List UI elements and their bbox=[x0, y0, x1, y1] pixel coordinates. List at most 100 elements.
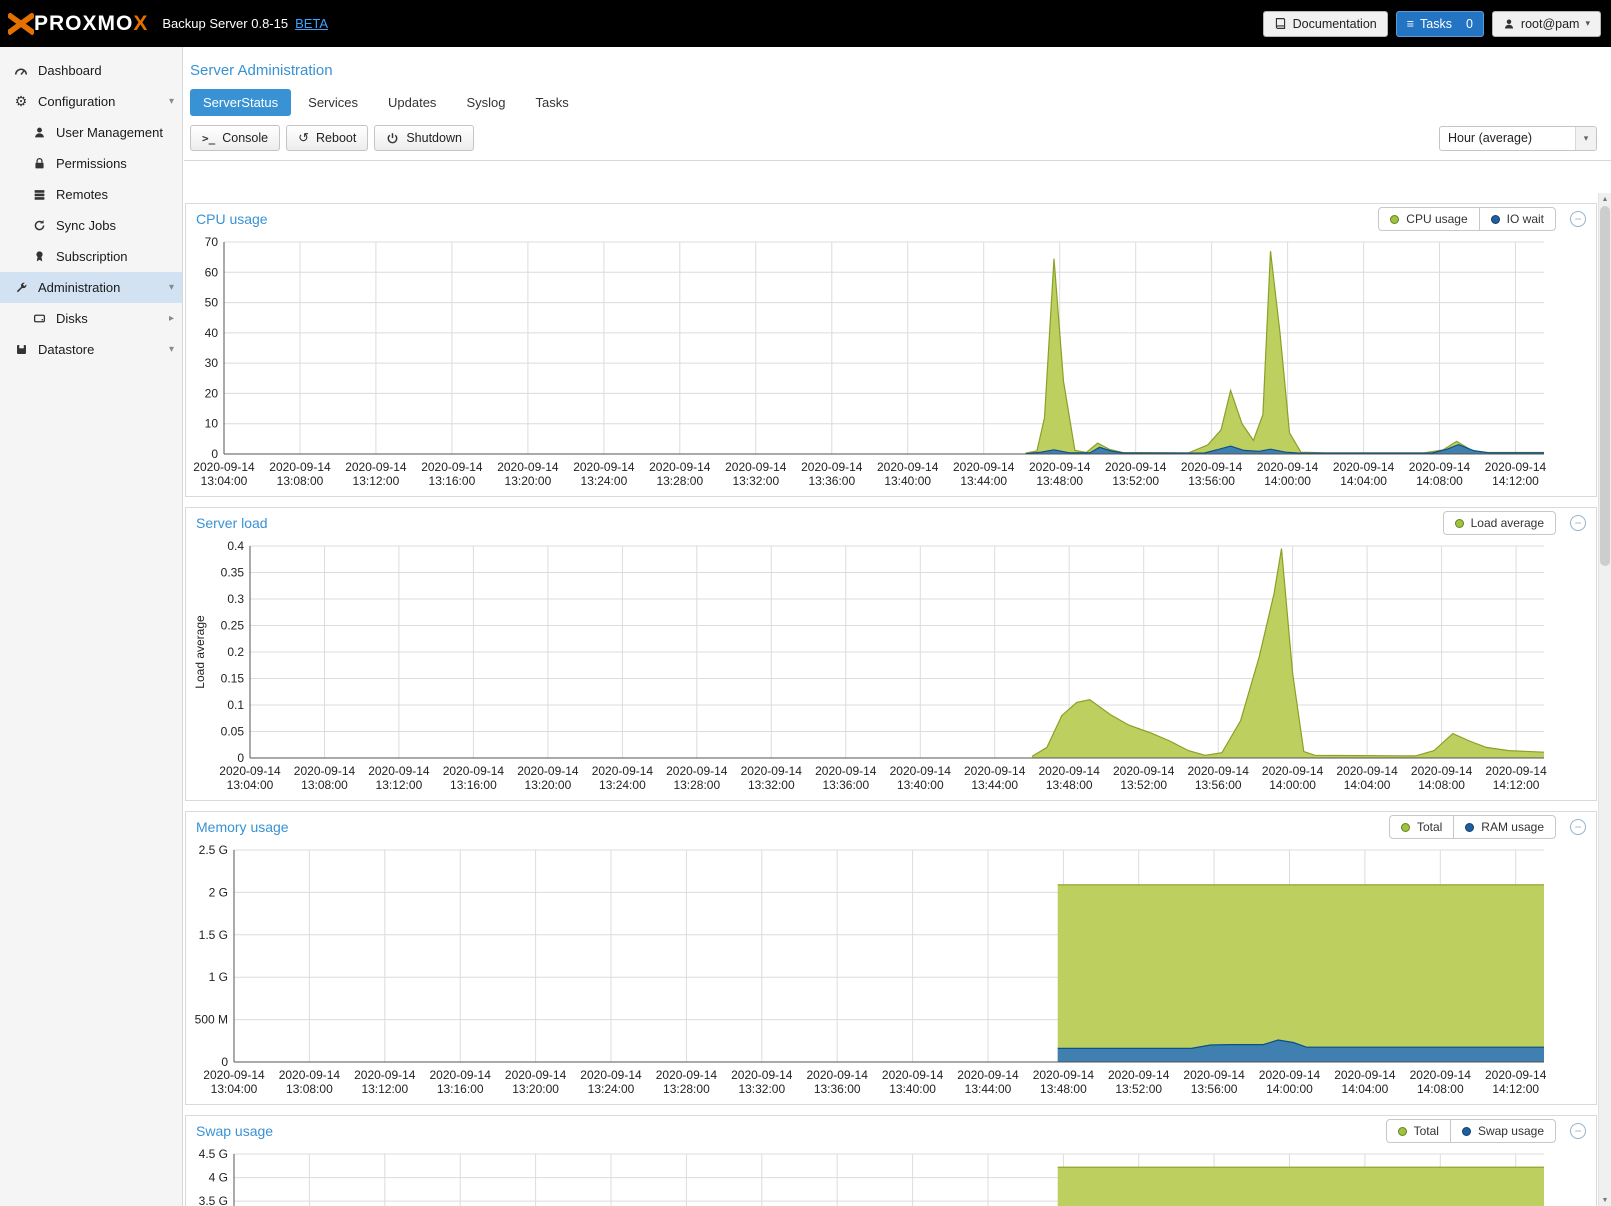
tab-updates[interactable]: Updates bbox=[375, 89, 449, 116]
svg-text:13:52:00: 13:52:00 bbox=[1115, 1082, 1162, 1096]
legend-label: Total bbox=[1417, 820, 1442, 834]
documentation-button[interactable]: Documentation bbox=[1263, 11, 1388, 37]
svg-text:0.2: 0.2 bbox=[227, 645, 244, 659]
svg-text:2020-09-14: 2020-09-14 bbox=[1257, 460, 1319, 474]
legend-label: Load average bbox=[1471, 516, 1544, 530]
svg-text:2020-09-14: 2020-09-14 bbox=[1334, 1068, 1396, 1082]
chevron-down-icon[interactable]: ▾ bbox=[1575, 127, 1596, 150]
svg-text:2020-09-14: 2020-09-14 bbox=[1039, 764, 1101, 778]
tab-services[interactable]: Services bbox=[295, 89, 371, 116]
scroll-up-icon[interactable]: ▲ bbox=[1599, 193, 1611, 205]
toolbar: >_ Console ↺ Reboot Shutdown Hour (avera… bbox=[184, 116, 1611, 161]
page-title: Server Administration bbox=[184, 47, 1611, 89]
console-label: Console bbox=[222, 131, 268, 145]
chevron-down-icon[interactable]: ▾ bbox=[169, 96, 174, 107]
sidebar-item-label: Disks bbox=[56, 311, 88, 326]
collapse-panel-icon[interactable]: − bbox=[1570, 515, 1586, 531]
legend-item-ram-usage[interactable]: RAM usage bbox=[1453, 816, 1555, 838]
sidebar-item-administration[interactable]: Administration ▾ bbox=[0, 272, 182, 303]
svg-text:3.5 G: 3.5 G bbox=[199, 1194, 228, 1206]
cpu-usage-chart: 2020-09-1413:04:002020-09-1413:08:002020… bbox=[188, 234, 1548, 492]
timeframe-select[interactable]: Hour (average) ▾ bbox=[1439, 126, 1597, 151]
tasks-button[interactable]: ≡ Tasks 0 bbox=[1396, 11, 1484, 37]
svg-text:14:12:00: 14:12:00 bbox=[1493, 778, 1540, 792]
sidebar-item-sync-jobs[interactable]: Sync Jobs bbox=[0, 210, 182, 241]
svg-text:0.1: 0.1 bbox=[227, 698, 244, 712]
svg-text:13:24:00: 13:24:00 bbox=[581, 474, 628, 488]
legend-item-total[interactable]: Total bbox=[1387, 1120, 1450, 1142]
proxmox-logo[interactable]: PROXMOX bbox=[0, 12, 156, 36]
sidebar-item-permissions[interactable]: Permissions bbox=[0, 148, 182, 179]
tab-tasks[interactable]: Tasks bbox=[522, 89, 581, 116]
legend-item-swap-usage[interactable]: Swap usage bbox=[1450, 1120, 1555, 1142]
sidebar-item-label: Remotes bbox=[56, 187, 108, 202]
chevron-down-icon[interactable]: ▾ bbox=[169, 282, 174, 293]
svg-text:13:56:00: 13:56:00 bbox=[1195, 778, 1242, 792]
legend-item-io-wait[interactable]: IO wait bbox=[1479, 208, 1555, 230]
vertical-scrollbar[interactable]: ▲ ▼ bbox=[1598, 193, 1611, 1206]
svg-text:0.25: 0.25 bbox=[221, 619, 245, 633]
tab-serverstatus[interactable]: ServerStatus bbox=[190, 89, 291, 116]
scroll-down-icon[interactable]: ▼ bbox=[1599, 1194, 1611, 1206]
top-bar: PROXMOX Backup Server 0.8-15 BETA Docume… bbox=[0, 0, 1611, 47]
console-button[interactable]: >_ Console bbox=[190, 125, 280, 151]
svg-text:0.05: 0.05 bbox=[221, 725, 245, 739]
svg-text:0.4: 0.4 bbox=[227, 539, 244, 553]
svg-text:13:28:00: 13:28:00 bbox=[656, 474, 703, 488]
chart-legend: Total Swap usage bbox=[1386, 1119, 1556, 1143]
legend-item-cpu-usage[interactable]: CPU usage bbox=[1379, 208, 1478, 230]
svg-text:2 G: 2 G bbox=[209, 885, 228, 899]
beta-link[interactable]: BETA bbox=[295, 16, 328, 31]
svg-text:Load average: Load average bbox=[193, 615, 207, 689]
svg-text:14:08:00: 14:08:00 bbox=[1417, 1082, 1464, 1096]
svg-text:0: 0 bbox=[221, 1055, 228, 1069]
svg-text:2020-09-14: 2020-09-14 bbox=[1188, 764, 1250, 778]
tab-bar: ServerStatus Services Updates Syslog Tas… bbox=[184, 89, 1611, 116]
svg-text:13:48:00: 13:48:00 bbox=[1036, 474, 1083, 488]
legend-item-load-average[interactable]: Load average bbox=[1444, 512, 1555, 534]
svg-text:2020-09-14: 2020-09-14 bbox=[580, 1068, 642, 1082]
sidebar-item-disks[interactable]: Disks ▸ bbox=[0, 303, 182, 334]
chevron-down-icon[interactable]: ▾ bbox=[169, 344, 174, 355]
svg-text:2020-09-14: 2020-09-14 bbox=[1105, 460, 1167, 474]
svg-text:13:20:00: 13:20:00 bbox=[512, 1082, 559, 1096]
main-content: Server Administration ServerStatus Servi… bbox=[184, 47, 1611, 1206]
svg-text:2020-09-14: 2020-09-14 bbox=[807, 1068, 869, 1082]
chart-legend: Load average bbox=[1443, 511, 1556, 535]
sidebar-item-remotes[interactable]: Remotes bbox=[0, 179, 182, 210]
server-icon bbox=[31, 188, 47, 201]
panel-header: Swap usage Total Swap usage − bbox=[186, 1116, 1596, 1146]
sidebar-item-configuration[interactable]: ⚙ Configuration ▾ bbox=[0, 86, 182, 117]
legend-dot-icon bbox=[1491, 215, 1500, 224]
svg-text:2020-09-14: 2020-09-14 bbox=[882, 1068, 944, 1082]
sidebar-item-dashboard[interactable]: Dashboard bbox=[0, 55, 182, 86]
chevron-down-icon: ▾ bbox=[1585, 18, 1590, 29]
memory-usage-panel: Memory usage Total RAM usage − 2020-09-1… bbox=[185, 811, 1597, 1105]
collapse-panel-icon[interactable]: − bbox=[1570, 819, 1586, 835]
collapse-panel-icon[interactable]: − bbox=[1570, 1123, 1586, 1139]
chart-area: 2020-09-1413:04:002020-09-1413:08:002020… bbox=[186, 234, 1596, 496]
scrollbar-thumb[interactable] bbox=[1600, 206, 1610, 566]
legend-dot-icon bbox=[1455, 519, 1464, 528]
sidebar-item-subscription[interactable]: Subscription bbox=[0, 241, 182, 272]
svg-text:14:00:00: 14:00:00 bbox=[1269, 778, 1316, 792]
collapse-panel-icon[interactable]: − bbox=[1570, 211, 1586, 227]
shutdown-button[interactable]: Shutdown bbox=[374, 125, 474, 151]
reboot-button[interactable]: ↺ Reboot bbox=[286, 125, 368, 151]
topbar-actions: Documentation ≡ Tasks 0 root@pam ▾ bbox=[1263, 11, 1611, 37]
svg-text:13:16:00: 13:16:00 bbox=[450, 778, 497, 792]
svg-text:2020-09-14: 2020-09-14 bbox=[741, 764, 803, 778]
lock-icon bbox=[31, 157, 47, 170]
svg-text:2020-09-14: 2020-09-14 bbox=[815, 764, 877, 778]
sidebar-item-label: Permissions bbox=[56, 156, 127, 171]
chevron-right-icon[interactable]: ▸ bbox=[169, 313, 174, 324]
sidebar-item-user-management[interactable]: User Management bbox=[0, 117, 182, 148]
svg-text:13:24:00: 13:24:00 bbox=[588, 1082, 635, 1096]
sidebar-item-datastore[interactable]: Datastore ▾ bbox=[0, 334, 182, 365]
svg-text:2020-09-14: 2020-09-14 bbox=[430, 1068, 492, 1082]
legend-item-total[interactable]: Total bbox=[1390, 816, 1453, 838]
svg-text:14:08:00: 14:08:00 bbox=[1416, 474, 1463, 488]
svg-text:2020-09-14: 2020-09-14 bbox=[957, 1068, 1019, 1082]
tab-syslog[interactable]: Syslog bbox=[453, 89, 518, 116]
user-menu-button[interactable]: root@pam ▾ bbox=[1492, 11, 1601, 37]
